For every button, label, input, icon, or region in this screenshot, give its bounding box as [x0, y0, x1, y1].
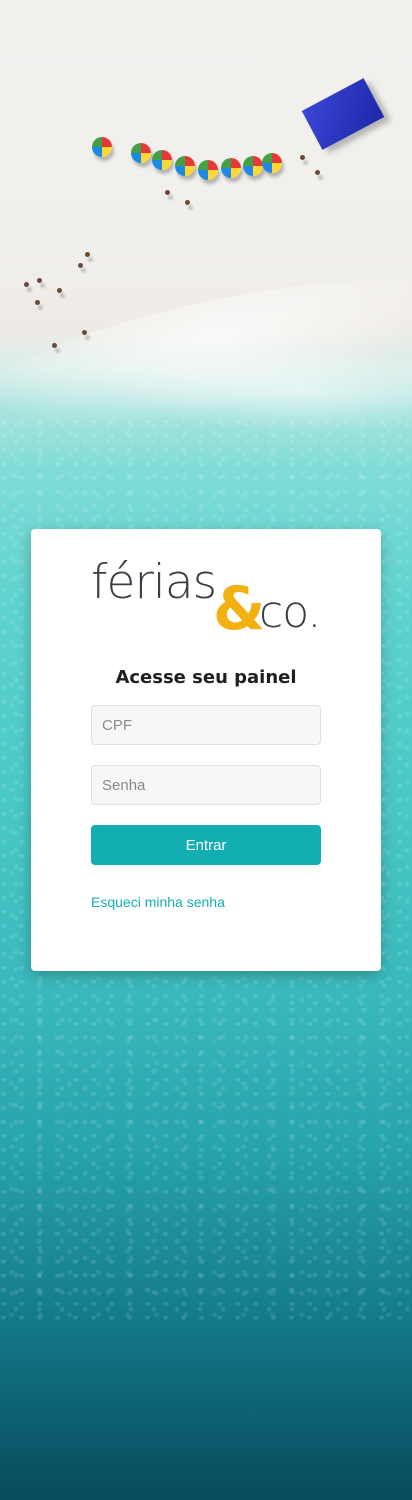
login-button[interactable]: Entrar: [91, 825, 321, 865]
beach-umbrella: [243, 156, 263, 176]
beach-umbrella: [262, 153, 282, 173]
forgot-password-link[interactable]: Esqueci minha senha: [91, 894, 225, 910]
beach-umbrella: [131, 143, 151, 163]
beach-person: [52, 343, 57, 348]
logo-word-co: co.: [259, 587, 321, 638]
logo-word-ferias: férias: [91, 555, 217, 610]
beach-umbrella: [198, 160, 218, 180]
beach-person: [185, 200, 190, 205]
beach-umbrella: [221, 158, 241, 178]
password-input[interactable]: [91, 765, 321, 805]
beach-person: [165, 190, 170, 195]
beach-person: [35, 300, 40, 305]
beach-umbrella: [92, 137, 112, 157]
login-card: férias & co. Acesse seu painel Entrar Es…: [31, 529, 381, 971]
beach-tent: [301, 78, 385, 150]
login-heading: Acesse seu painel: [115, 667, 297, 688]
beach-umbrella: [175, 156, 195, 176]
beach-person: [82, 330, 87, 335]
beach-person: [78, 263, 83, 268]
login-page: férias & co. Acesse seu painel Entrar Es…: [0, 0, 412, 1500]
beach-person: [85, 252, 90, 257]
logo-ampersand: &: [213, 574, 266, 644]
beach-umbrella: [152, 150, 172, 170]
beach-person: [37, 278, 42, 283]
brand-logo: férias & co.: [91, 557, 323, 639]
beach-person: [24, 282, 29, 287]
cpf-input[interactable]: [91, 705, 321, 745]
beach-person: [315, 170, 320, 175]
beach-person: [300, 155, 305, 160]
beach-person: [57, 288, 62, 293]
